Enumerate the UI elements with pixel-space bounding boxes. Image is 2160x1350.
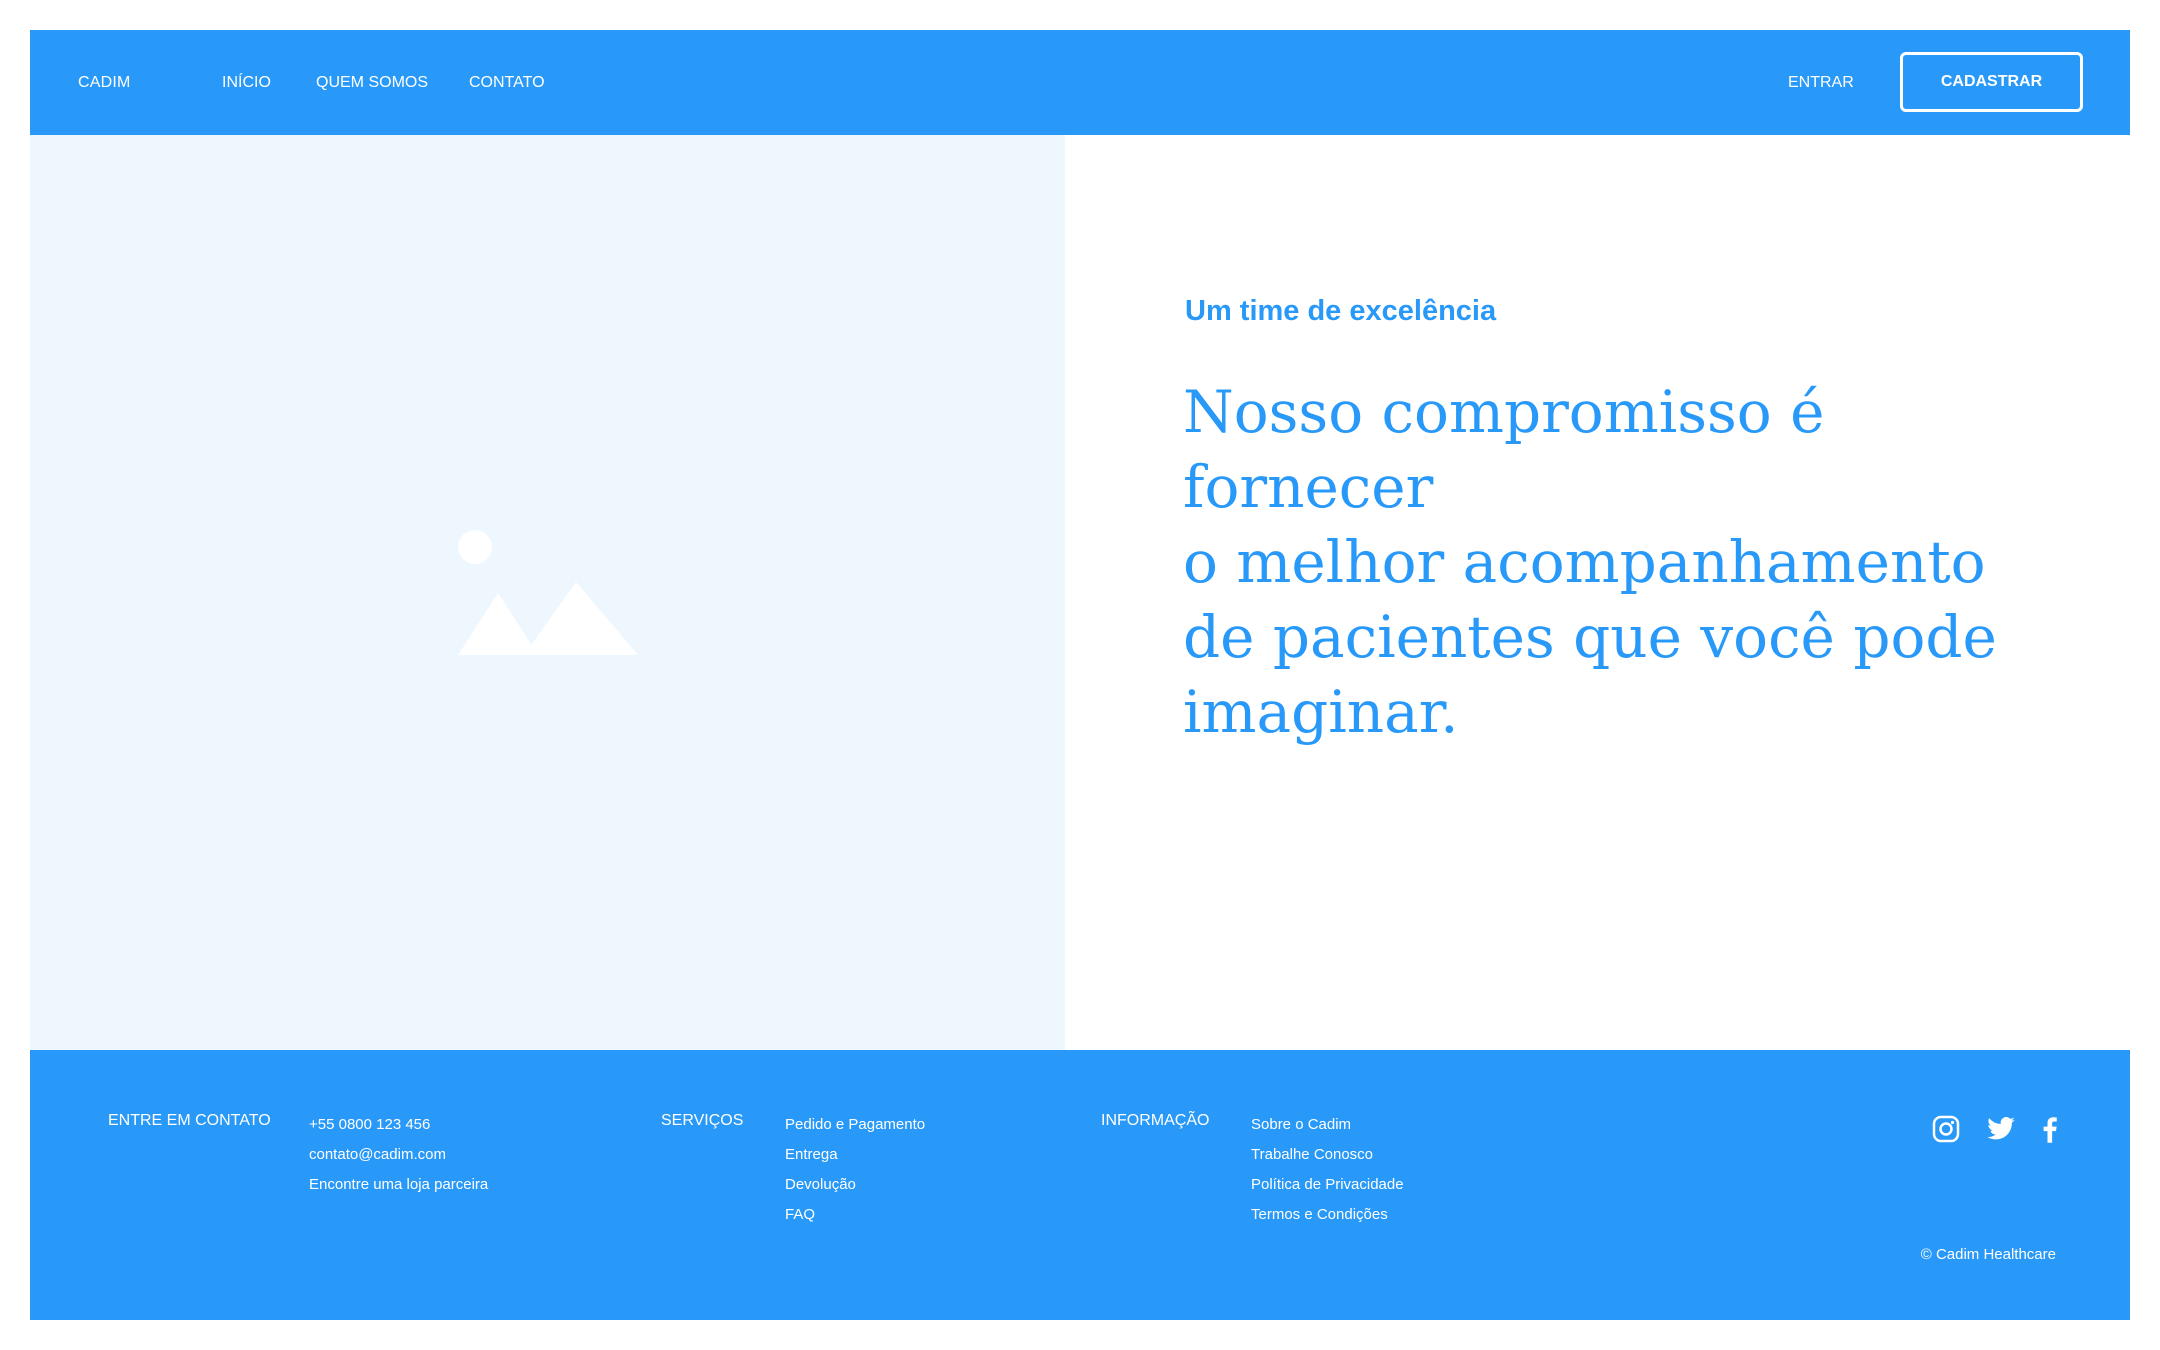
footer-link-entrega[interactable]: Entrega [785,1140,925,1170]
hero-eyebrow: Um time de excelência [1185,295,1497,327]
page-frame: CADIM INÍCIO QUEM SOMOS CONTATO ENTRAR C… [30,30,2130,1320]
footer-services-list: Pedido e Pagamento Entrega Devolução FAQ [785,1110,925,1230]
brand-logo[interactable]: CADIM [78,74,131,92]
headline-line: Nosso compromisso é fornecer [1183,378,1825,521]
top-navigation-bar: CADIM INÍCIO QUEM SOMOS CONTATO ENTRAR C… [30,30,2130,135]
footer-email[interactable]: contato@cadim.com [309,1140,488,1170]
footer-contact-heading: ENTRE EM CONTATO [108,1112,271,1129]
hero-content: Um time de excelência Nosso compromisso … [1065,135,2130,1080]
copyright-text: © Cadim Healthcare [1920,1246,2056,1263]
nav-link-inicio[interactable]: INÍCIO [222,74,271,92]
footer-link-faq[interactable]: FAQ [785,1200,925,1230]
image-placeholder-icon [458,530,638,655]
footer-contact-list: +55 0800 123 456 contato@cadim.com Encon… [309,1110,488,1200]
footer-phone[interactable]: +55 0800 123 456 [309,1110,488,1140]
hero-headline: Nosso compromisso é fornecer o melhor ac… [1183,375,2043,750]
signup-button[interactable]: CADASTRAR [1900,52,2083,112]
footer-link-pedido-pagamento[interactable]: Pedido e Pagamento [785,1110,925,1140]
headline-line: imaginar. [1183,678,1459,746]
footer-link-sobre[interactable]: Sobre o Cadim [1251,1110,1404,1140]
nav-link-quem-somos[interactable]: QUEM SOMOS [316,74,428,92]
footer-link-termos[interactable]: Termos e Condições [1251,1200,1404,1230]
footer-link-privacidade[interactable]: Política de Privacidade [1251,1170,1404,1200]
hero-image-panel [30,135,1065,1080]
facebook-icon[interactable] [2034,1114,2064,1144]
footer-link-trabalhe-conosco[interactable]: Trabalhe Conosco [1251,1140,1404,1170]
headline-line: o melhor acompanhamento [1183,528,1986,596]
footer-services-heading: SERVIÇOS [661,1112,744,1129]
footer-store-locator-link[interactable]: Encontre uma loja parceira [309,1170,488,1200]
footer-info-heading: INFORMAÇÃO [1101,1112,1210,1129]
headline-line: de pacientes que você pode [1183,603,1997,671]
twitter-icon[interactable] [1986,1114,2016,1144]
footer-info-list: Sobre o Cadim Trabalhe Conosco Política … [1251,1110,1404,1230]
login-link[interactable]: ENTRAR [1788,74,1854,92]
footer: ENTRE EM CONTATO +55 0800 123 456 contat… [30,1050,2130,1320]
instagram-icon[interactable] [1931,1114,1961,1144]
footer-link-devolucao[interactable]: Devolução [785,1170,925,1200]
nav-link-contato[interactable]: CONTATO [469,74,545,92]
